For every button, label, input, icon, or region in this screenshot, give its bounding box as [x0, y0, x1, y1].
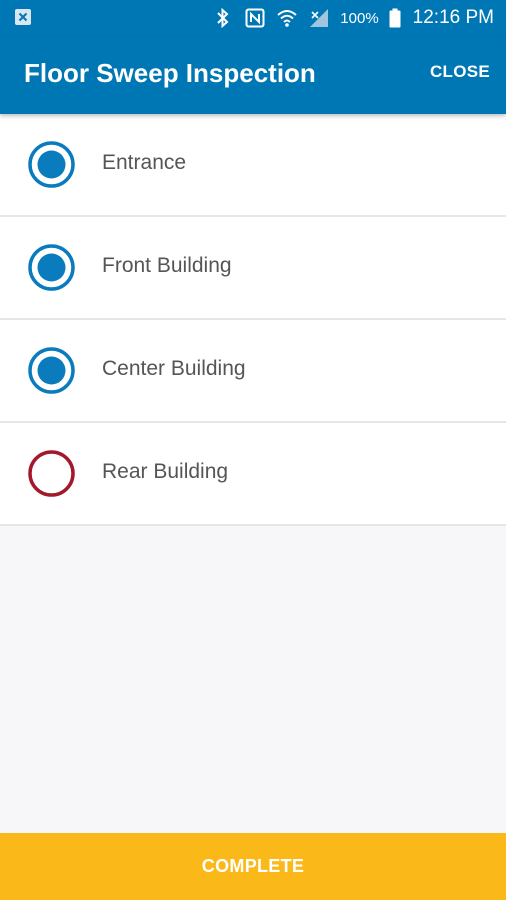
nfc-icon: [244, 7, 266, 29]
complete-button-label: COMPLETE: [201, 856, 305, 876]
complete-button[interactable]: COMPLETE: [0, 833, 506, 900]
radio-checked-icon[interactable]: [28, 141, 75, 188]
battery-percent: 100%: [340, 9, 379, 27]
battery-icon: [389, 7, 401, 29]
app-bar: Floor Sweep Inspection CLOSE: [0, 36, 506, 114]
list-item-center-building[interactable]: Center Building: [0, 320, 506, 423]
clock: 12:16 PM: [412, 7, 494, 28]
bluetooth-icon: [212, 7, 234, 29]
close-button[interactable]: CLOSE: [430, 62, 490, 82]
signal-icon: [308, 7, 330, 29]
list-item-front-building[interactable]: Front Building: [0, 217, 506, 320]
list-item-rear-building[interactable]: Rear Building: [0, 423, 506, 526]
list-item-label: Entrance: [102, 151, 187, 174]
list-item-label: Front Building: [102, 254, 232, 277]
notification-icon: [14, 8, 32, 26]
radio-unchecked-icon[interactable]: [28, 450, 75, 497]
radio-checked-icon[interactable]: [28, 244, 75, 291]
list-item-label: Center Building: [102, 357, 246, 380]
wifi-icon: [276, 7, 298, 29]
screen: 100% 12:16 PM Floor Sweep Inspection CLO…: [0, 0, 506, 900]
list-item-label: Rear Building: [102, 460, 229, 483]
list-item-entrance[interactable]: Entrance: [0, 114, 506, 217]
checklist: Entrance Front Building Center Building: [0, 114, 506, 526]
status-bar: 100% 12:16 PM: [0, 0, 506, 36]
radio-checked-icon[interactable]: [28, 347, 75, 394]
page-title: Floor Sweep Inspection: [24, 58, 316, 88]
